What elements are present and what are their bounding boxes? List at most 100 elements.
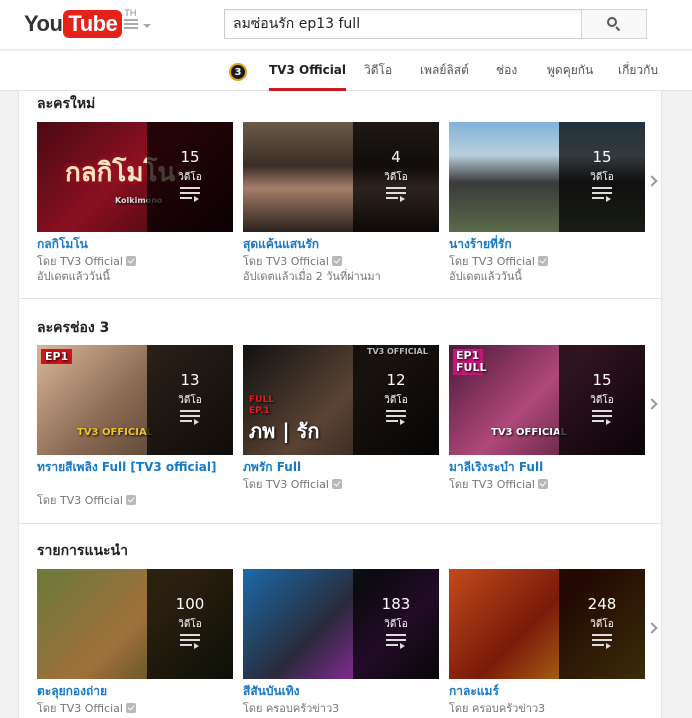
playlist-icon bbox=[180, 410, 200, 425]
video-count: 12 bbox=[386, 371, 406, 389]
video-count-unit: วิดีโอ bbox=[178, 172, 202, 183]
video-count-unit: วิดีโอ bbox=[178, 619, 202, 630]
owner-label[interactable]: โดย TV3 Official bbox=[449, 255, 535, 268]
video-count-unit: วิดีโอ bbox=[590, 172, 614, 183]
video-count: 15 bbox=[180, 148, 200, 166]
episode-badge: EP1 FULL bbox=[453, 349, 486, 375]
video-count: 15 bbox=[592, 148, 612, 166]
shelf-new-dramas: ละครใหม่ กลกิโมโน Kolkimono 15 วิดีโอ กล… bbox=[19, 91, 663, 298]
playlist-thumbnail[interactable]: FULL EP.1 ภพ | รัก TV3 OFFICIAL 12 วิดีโ… bbox=[243, 345, 439, 455]
playlist-updated: อัปเดตแล้ววันนี้ bbox=[449, 270, 522, 283]
owner-label[interactable]: โดย TV3 Official bbox=[243, 478, 329, 491]
shelf-recommended: รายการแนะนำ 100 วิดีโอ ตะลุยกองถ่าย โดย … bbox=[19, 523, 663, 718]
playlist-count-overlay: 15 วิดีโอ bbox=[559, 122, 645, 232]
playlist-thumbnail[interactable]: 183 วิดีโอ bbox=[243, 569, 439, 679]
episode-badge: FULL EP.1 bbox=[249, 395, 274, 416]
playlist-thumbnail[interactable]: 100 วิดีโอ bbox=[37, 569, 233, 679]
playlist-count-overlay: 13 วิดีโอ bbox=[147, 345, 233, 455]
playlist-title[interactable]: สุดแค้นแสนรัก bbox=[243, 236, 439, 252]
verified-icon bbox=[125, 256, 136, 266]
tab-channels[interactable]: ช่อง bbox=[496, 51, 517, 91]
playlist-owner: โดย TV3 Official bbox=[243, 254, 439, 269]
shelf-title[interactable]: ละครช่อง 3 bbox=[37, 317, 109, 339]
video-count: 15 bbox=[592, 371, 612, 389]
playlist-title[interactable]: นางร้ายที่รัก bbox=[449, 236, 645, 252]
video-count: 100 bbox=[175, 595, 205, 613]
logo-you: You bbox=[24, 11, 63, 36]
verified-icon bbox=[331, 479, 342, 489]
shelf-next-arrow[interactable] bbox=[647, 174, 657, 188]
video-count: 183 bbox=[381, 595, 411, 613]
channel-logo-icon[interactable]: 3 bbox=[229, 63, 247, 81]
playlist-title[interactable]: กลกิโมโน bbox=[37, 236, 233, 252]
video-count-unit: วิดีโอ bbox=[590, 619, 614, 630]
playlist-title[interactable]: ทรายสีเพลิง Full [TV3 official] bbox=[37, 459, 233, 475]
verified-icon bbox=[125, 495, 136, 505]
guide-menu-button[interactable] bbox=[124, 16, 152, 34]
channel-nav: 3 TV3 Official วิดีโอ เพลย์ลิสต์ ช่อง พู… bbox=[0, 51, 692, 91]
verified-icon bbox=[125, 703, 136, 713]
playlist-count-overlay: 12 วิดีโอ bbox=[353, 345, 439, 455]
logo-tube: Tube bbox=[63, 10, 123, 38]
playlist-title[interactable]: มาลีเริงระบำ Full bbox=[449, 459, 645, 475]
playlist-owner: โดย TV3 Official bbox=[37, 254, 233, 269]
tab-videos[interactable]: วิดีโอ bbox=[364, 51, 392, 91]
tab-discussion[interactable]: พูดคุยกัน bbox=[547, 51, 593, 91]
shelf-next-arrow[interactable] bbox=[647, 397, 657, 411]
playlist-thumbnail[interactable]: กลกิโมโน Kolkimono 15 วิดีโอ bbox=[37, 122, 233, 232]
playlist-owner: โดย TV3 Official bbox=[37, 701, 233, 716]
chevron-down-icon bbox=[143, 24, 151, 28]
playlist-count-overlay: 183 วิดีโอ bbox=[353, 569, 439, 679]
playlist-owner[interactable]: โดย ครอบครัวข่าว3 bbox=[449, 701, 645, 716]
playlist-owner[interactable]: โดย ครอบครัวข่าว3 bbox=[243, 701, 439, 716]
tab-about[interactable]: เกี่ยวกับ bbox=[618, 51, 658, 91]
playlist-icon bbox=[180, 187, 200, 202]
video-count-unit: วิดีโอ bbox=[590, 395, 614, 406]
playlist-count-overlay: 15 วิดีโอ bbox=[559, 345, 645, 455]
owner-label[interactable]: โดย TV3 Official bbox=[37, 702, 123, 715]
video-count-unit: วิดีโอ bbox=[178, 395, 202, 406]
playlist-title[interactable]: กาละแมร์ bbox=[449, 683, 645, 699]
playlist-thumbnail[interactable]: 4 วิดีโอ bbox=[243, 122, 439, 232]
playlist-icon bbox=[386, 634, 406, 649]
video-count: 4 bbox=[391, 148, 401, 166]
playlist-icon bbox=[592, 187, 612, 202]
video-count-unit: วิดีโอ bbox=[384, 172, 408, 183]
owner-label[interactable]: โดย TV3 Official bbox=[37, 494, 123, 507]
masthead: You Tube TH bbox=[0, 0, 692, 50]
video-count: 248 bbox=[587, 595, 617, 613]
search-input[interactable] bbox=[224, 9, 582, 39]
shelf-next-arrow[interactable] bbox=[647, 621, 657, 635]
youtube-logo[interactable]: You Tube TH bbox=[24, 8, 136, 38]
thumbnail-watermark: TV3 OFFICIAL bbox=[491, 427, 568, 438]
playlist-icon bbox=[386, 410, 406, 425]
search-button[interactable] bbox=[581, 9, 647, 39]
playlist-thumbnail[interactable]: EP1 TV3 OFFICIAL 13 วิดีโอ bbox=[37, 345, 233, 455]
playlist-thumbnail[interactable]: EP1 FULL TV3 OFFICIAL 15 วิดีโอ bbox=[449, 345, 645, 455]
search-icon bbox=[607, 17, 621, 32]
video-count-unit: วิดีโอ bbox=[384, 619, 408, 630]
playlist-title[interactable]: ตะลุยกองถ่าย bbox=[37, 683, 233, 699]
video-count-unit: วิดีโอ bbox=[384, 395, 408, 406]
playlist-thumbnail[interactable]: 248 วิดีโอ bbox=[449, 569, 645, 679]
playlist-owner: โดย TV3 Official bbox=[449, 254, 645, 269]
shelf-title[interactable]: ละครใหม่ bbox=[37, 93, 95, 115]
episode-badge: EP1 bbox=[41, 349, 73, 364]
owner-label[interactable]: โดย TV3 Official bbox=[37, 255, 123, 268]
verified-icon bbox=[331, 256, 342, 266]
playlist-title[interactable]: สีสันบันเทิง bbox=[243, 683, 439, 699]
shelf-ch3-dramas: ละครช่อง 3 EP1 TV3 OFFICIAL 13 วิดีโอ ทร… bbox=[19, 298, 663, 523]
owner-label[interactable]: โดย TV3 Official bbox=[449, 478, 535, 491]
tab-playlists[interactable]: เพลย์ลิสต์ bbox=[420, 51, 469, 91]
playlist-icon bbox=[592, 634, 612, 649]
hamburger-icon bbox=[124, 19, 138, 29]
tab-home[interactable]: TV3 Official bbox=[269, 51, 347, 91]
playlist-thumbnail[interactable]: 15 วิดีโอ bbox=[449, 122, 645, 232]
channel-content: ละครใหม่ กลกิโมโน Kolkimono 15 วิดีโอ กล… bbox=[18, 91, 663, 718]
owner-label[interactable]: โดย TV3 Official bbox=[243, 255, 329, 268]
search-bar bbox=[224, 9, 647, 39]
playlist-count-overlay: 4 วิดีโอ bbox=[353, 122, 439, 232]
shelf-title[interactable]: รายการแนะนำ bbox=[37, 540, 128, 562]
playlist-title[interactable]: ภพรัก Full bbox=[243, 459, 439, 475]
playlist-count-overlay: 100 วิดีโอ bbox=[147, 569, 233, 679]
